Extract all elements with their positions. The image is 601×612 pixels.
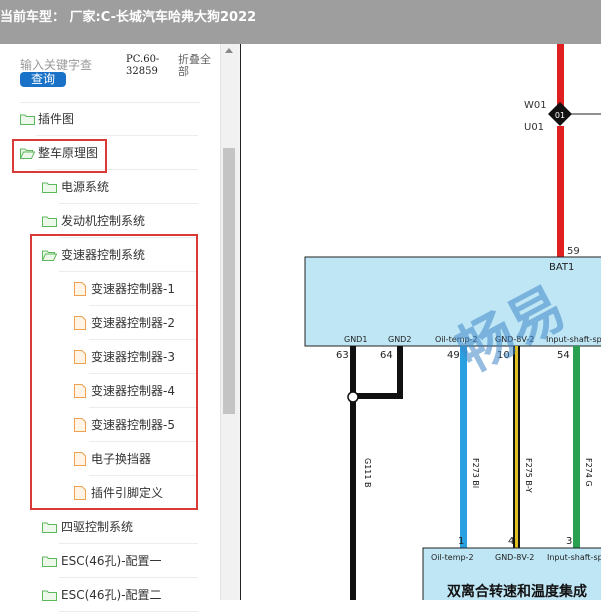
tree-item-label: 发动机控制系统 xyxy=(61,214,146,228)
tree-item-label: ESC(46孔)-配置一 xyxy=(61,554,162,568)
tree-item-label: 四驱控制系统 xyxy=(61,520,134,534)
tree-item[interactable]: 四驱控制系统 xyxy=(0,510,220,544)
wire-code-g111: G111 B xyxy=(363,458,372,488)
tree-item[interactable]: ESC(46孔)-配置二 xyxy=(0,578,220,612)
tree-item-label: 电源系统 xyxy=(61,180,110,194)
wire-label-u01: U01 xyxy=(524,122,544,133)
splice-node xyxy=(347,391,359,403)
sensor-title: 双离合转速和温度集成 xyxy=(447,583,587,600)
wire-code-f275: F275 B-Y xyxy=(524,458,533,493)
version-label: PC.60-32859 xyxy=(126,54,160,77)
ecu-pin-gnd1: GND1 xyxy=(344,335,367,344)
tree-item[interactable]: 发动机控制系统 xyxy=(0,204,220,238)
sidebar-scrollbar[interactable] xyxy=(220,44,238,600)
wire-code-f274: F274 G xyxy=(584,458,593,487)
search-button[interactable]: 查询 xyxy=(20,72,66,87)
tree-item[interactable]: ESC(46孔)-配置一 xyxy=(0,544,220,578)
folder-icon xyxy=(42,590,57,601)
sensor-pin-1: 1 xyxy=(458,536,464,547)
pin-63-label: 63 xyxy=(336,350,349,361)
wiring-diagram[interactable]: 01 W01 U01 59 BAT1 GND1 GND2 Oil-temp-2 … xyxy=(240,44,601,600)
navigation-panel: 查询 PC.60-32859 折叠全部 插件图整车原理图电源系统发动机控制系统变… xyxy=(0,44,238,612)
wire-code-f273: F273 Bl xyxy=(471,458,480,488)
highlight-box-transmission xyxy=(30,234,198,510)
vehicle-prefix: 当前车型： xyxy=(0,10,66,25)
folder-icon xyxy=(42,556,57,567)
title-bar: 当前车型： 厂家:C-长城汽车哈弗大狗2022 xyxy=(0,0,601,44)
tree-item[interactable]: 电源系统 xyxy=(0,170,220,204)
tree-item-label: 插件图 xyxy=(38,112,75,126)
junction-label: 01 xyxy=(555,111,565,120)
black-wire-gnd2 xyxy=(397,346,403,398)
sensor-label-gnd: GND-8V-2 xyxy=(495,553,534,562)
wire-label-w01: W01 xyxy=(524,100,547,111)
red-wire-bat xyxy=(557,126,564,258)
folder-icon xyxy=(20,114,35,125)
vehicle-name: 厂家:C-长城汽车哈弗大狗2022 xyxy=(69,10,257,25)
pin-64-label: 64 xyxy=(380,350,393,361)
sensor-label-input: Input-shaft-sp xyxy=(547,553,601,562)
sensor-pin-3: 3 xyxy=(566,536,572,547)
current-vehicle: 当前车型： 厂家:C-长城汽车哈弗大狗2022 xyxy=(0,6,256,25)
scroll-up-icon[interactable] xyxy=(225,48,233,53)
ecu-pin-gnd2: GND2 xyxy=(388,335,411,344)
highlight-box-wiring xyxy=(12,139,107,173)
collapse-all-link[interactable]: 折叠全部 xyxy=(178,54,218,78)
folder-icon xyxy=(42,216,57,227)
pin-49-label: 49 xyxy=(447,350,460,361)
wiring-diagram-svg: 01 W01 U01 59 BAT1 GND1 GND2 Oil-temp-2 … xyxy=(304,44,601,600)
folder-icon xyxy=(42,522,57,533)
pin-54-label: 54 xyxy=(557,350,570,361)
tree-item[interactable]: 插件图 xyxy=(0,102,220,136)
green-wire xyxy=(573,346,580,548)
diagram-panel: 01 W01 U01 59 BAT1 GND1 GND2 Oil-temp-2 … xyxy=(238,44,601,600)
black-wire-join xyxy=(353,393,403,399)
folder-icon xyxy=(42,182,57,193)
scroll-thumb[interactable] xyxy=(223,148,235,414)
black-wire-gnd1 xyxy=(350,346,356,600)
yellow-stripe xyxy=(515,346,518,548)
sensor-pin-4: 4 xyxy=(508,536,514,547)
sensor-label-oil: Oil-temp-2 xyxy=(431,553,474,562)
pin-59-label: 59 xyxy=(567,246,580,257)
tree-item-label: ESC(46孔)-配置二 xyxy=(61,588,162,602)
bat-label: BAT1 xyxy=(549,262,574,273)
blue-wire xyxy=(460,346,467,548)
search-input[interactable] xyxy=(20,58,98,72)
